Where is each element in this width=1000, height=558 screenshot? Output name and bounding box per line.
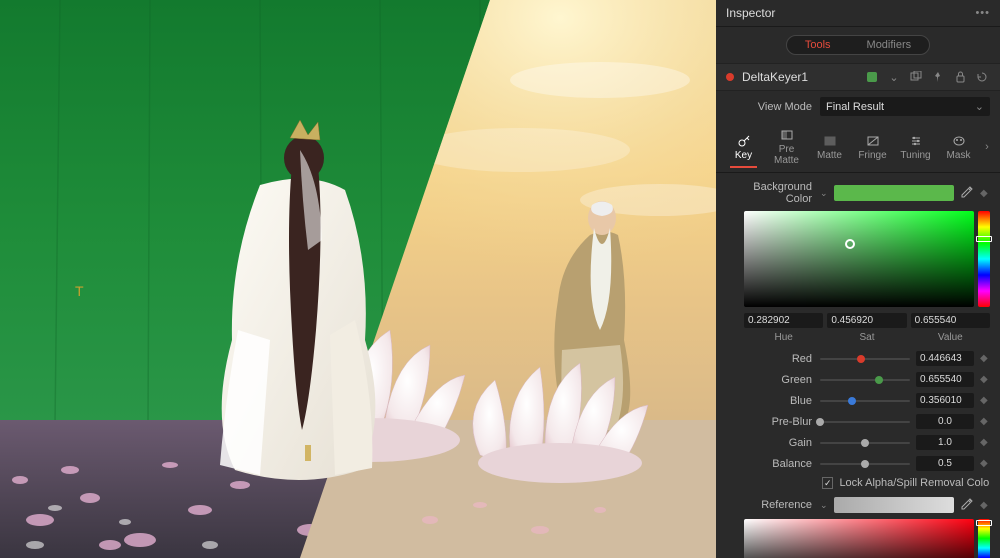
viewport[interactable]: T xyxy=(0,0,716,558)
keyframe-diamond-icon[interactable]: ◆ xyxy=(980,188,990,199)
tabs-scroll-right-icon[interactable]: › xyxy=(980,135,994,159)
red-value[interactable]: 0.446643 xyxy=(916,351,974,366)
gain-value[interactable]: 1.0 xyxy=(916,435,974,450)
keyframe-diamond-icon[interactable]: ◆ xyxy=(980,458,990,469)
val-value[interactable]: 0.655540 xyxy=(911,313,990,328)
gain-slider[interactable] xyxy=(820,437,910,449)
inspector-panel: Inspector ••• Tools Modifiers DeltaKeyer… xyxy=(716,0,1000,558)
reference-swatch[interactable] xyxy=(834,497,954,513)
tab-fringe[interactable]: Fringe xyxy=(851,128,894,167)
expand-icon[interactable]: ⌄ xyxy=(820,500,828,511)
blue-value[interactable]: 0.356010 xyxy=(916,393,974,408)
inspector-title: Inspector xyxy=(726,6,775,20)
blue-slider[interactable] xyxy=(820,395,910,407)
node-name[interactable]: DeltaKeyer1 xyxy=(742,70,864,84)
bgcolor-label: Background Color xyxy=(726,181,814,205)
viewmode-select[interactable]: Final Result ⌄ xyxy=(820,97,990,116)
keyframe-diamond-icon[interactable]: ◆ xyxy=(980,395,990,406)
reference-color-picker[interactable] xyxy=(744,519,974,558)
lock-icon[interactable] xyxy=(952,70,968,84)
hue-label: Hue xyxy=(744,332,823,343)
section-tabs: Key Pre Matte Matte Fringe Tuning Mask › xyxy=(716,122,1000,173)
red-slider[interactable] xyxy=(820,353,910,365)
chevron-down-icon: ⌄ xyxy=(975,100,984,113)
window-icon[interactable] xyxy=(908,70,924,84)
green-slider[interactable] xyxy=(820,374,910,386)
tab-mask[interactable]: Mask xyxy=(937,128,980,167)
tab-modifiers[interactable]: Modifiers xyxy=(849,36,930,54)
node-enable-dot[interactable] xyxy=(726,73,734,81)
eyedropper-icon[interactable] xyxy=(960,186,974,201)
keyframe-diamond-icon[interactable]: ◆ xyxy=(980,500,990,511)
value-label: Value xyxy=(911,332,990,343)
version-color-icon[interactable] xyxy=(864,70,880,84)
blue-label: Blue xyxy=(726,395,814,407)
tab-matte[interactable]: Matte xyxy=(808,128,851,167)
expand-icon[interactable]: ⌄ xyxy=(820,188,828,199)
keyframe-diamond-icon[interactable]: ◆ xyxy=(980,353,990,364)
tab-tuning[interactable]: Tuning xyxy=(894,128,937,167)
inspector-tabs: Tools Modifiers xyxy=(786,35,930,55)
keyframe-diamond-icon[interactable]: ◆ xyxy=(980,374,990,385)
balance-value[interactable]: 0.5 xyxy=(916,456,974,471)
lockspill-checkbox[interactable]: ✓ xyxy=(822,477,833,489)
hue-slider[interactable] xyxy=(978,211,990,307)
hue-value[interactable]: 0.282902 xyxy=(744,313,823,328)
lockspill-label: Lock Alpha/Spill Removal Color I xyxy=(839,477,990,489)
red-label: Red xyxy=(726,353,814,365)
panel-menu-icon[interactable]: ••• xyxy=(975,7,990,19)
reference-hue-slider[interactable] xyxy=(978,519,990,558)
viewmode-label: View Mode xyxy=(726,101,814,113)
composite-preview: T xyxy=(0,0,716,558)
keyframe-diamond-icon[interactable]: ◆ xyxy=(980,437,990,448)
balance-label: Balance xyxy=(726,458,814,470)
eyedropper-icon[interactable] xyxy=(960,498,974,513)
reset-icon[interactable] xyxy=(974,70,990,84)
svg-text:T: T xyxy=(75,283,84,299)
reference-label: Reference xyxy=(726,499,814,511)
sat-label: Sat xyxy=(827,332,906,343)
green-value[interactable]: 0.655540 xyxy=(916,372,974,387)
chevron-down-icon[interactable]: ⌄ xyxy=(886,70,902,84)
preblur-value[interactable]: 0.0 xyxy=(916,414,974,429)
bgcolor-swatch[interactable] xyxy=(834,185,954,201)
preblur-slider[interactable] xyxy=(820,416,910,428)
tab-tools[interactable]: Tools xyxy=(787,36,849,54)
tab-prematte[interactable]: Pre Matte xyxy=(765,122,808,172)
color-picker[interactable] xyxy=(744,211,974,307)
keyframe-diamond-icon[interactable]: ◆ xyxy=(980,416,990,427)
balance-slider[interactable] xyxy=(820,458,910,470)
gain-label: Gain xyxy=(726,437,814,449)
pin-icon[interactable] xyxy=(930,70,946,84)
sat-value[interactable]: 0.456920 xyxy=(827,313,906,328)
node-header[interactable]: DeltaKeyer1 ⌄ xyxy=(716,63,1000,91)
tab-key[interactable]: Key xyxy=(722,128,765,167)
preblur-label: Pre-Blur xyxy=(726,416,814,428)
green-label: Green xyxy=(726,374,814,386)
